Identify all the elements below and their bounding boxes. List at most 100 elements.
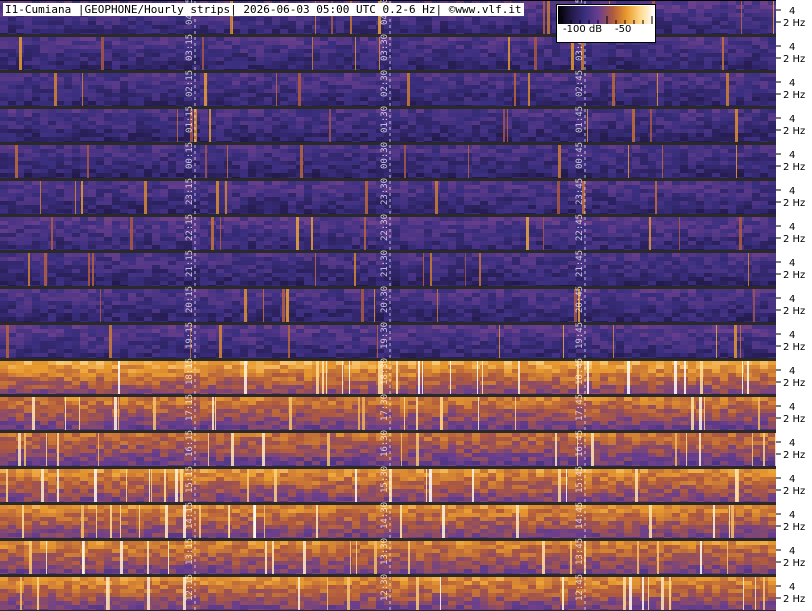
spectro-cell: [520, 149, 528, 153]
spectro-cell: [128, 165, 136, 169]
spectro-cell: [504, 157, 512, 161]
spectro-cell: [240, 197, 248, 201]
spectro-cell: [712, 73, 720, 77]
spectro-cell: [504, 25, 512, 29]
spectro-cell: [8, 193, 16, 197]
spectro-cell: [632, 93, 640, 97]
spectro-cell: [112, 133, 120, 137]
spectro-cell: [64, 73, 72, 77]
spectro-cell: [320, 165, 328, 169]
spectro-cell: [632, 149, 640, 153]
spectro-cell: [616, 45, 624, 49]
spectro-cell: [544, 37, 552, 41]
spectro-cell: [544, 125, 552, 129]
spectro-cell: [472, 17, 480, 21]
spectro-cell: [528, 13, 536, 17]
spectro-cell: [656, 5, 664, 9]
spectro-cell: [208, 85, 216, 89]
spectro-cell: [112, 165, 120, 169]
spectro-cell: [472, 137, 480, 141]
spectro-cell: [272, 65, 280, 69]
spectro-cell: [344, 45, 352, 49]
spectro-cell: [344, 101, 352, 105]
spectro-cell: [464, 109, 472, 113]
spectro-cell: [24, 145, 32, 149]
spectro-cell: [496, 157, 504, 161]
spectro-cell: [240, 185, 248, 189]
spectro-cell: [144, 109, 152, 113]
spectro-cell: [32, 209, 40, 213]
spectro-cell: [40, 25, 48, 29]
spectro-cell: [168, 161, 176, 165]
signal-burst: [101, 37, 104, 70]
spectro-cell: [640, 157, 648, 161]
spectro-cell: [328, 205, 336, 209]
spectro-cell: [328, 145, 336, 149]
spectro-cell: [728, 165, 736, 169]
spectro-cell: [120, 81, 128, 85]
spectro-cell: [640, 169, 648, 173]
spectro-cell: [736, 97, 744, 101]
spectro-cell: [728, 113, 736, 117]
spectro-cell: [488, 49, 496, 53]
spectro-cell: [416, 53, 424, 57]
spectro-cell: [216, 53, 224, 57]
spectro-cell: [56, 153, 64, 157]
spectro-cell: [536, 137, 544, 141]
spectro-cell: [160, 45, 168, 49]
spectro-cell: [128, 133, 136, 137]
spectro-cell: [616, 173, 624, 177]
spectro-cell: [368, 117, 376, 121]
spectro-cell: [0, 197, 8, 201]
spectro-cell: [328, 185, 336, 189]
spectro-cell: [744, 129, 752, 133]
spectro-cell: [664, 89, 672, 93]
spectro-cell: [760, 85, 768, 89]
spectro-cell: [64, 113, 72, 117]
spectro-cell: [424, 189, 432, 193]
spectro-cell: [704, 113, 712, 117]
spectro-cell: [256, 145, 264, 149]
spectro-cell: [752, 157, 760, 161]
spectro-cell: [48, 57, 56, 61]
spectro-cell: [520, 37, 528, 41]
spectro-cell: [512, 109, 520, 113]
spectro-cell: [232, 149, 240, 153]
spectro-cell: [496, 101, 504, 105]
spectro-cell: [344, 185, 352, 189]
signal-burst: [662, 145, 663, 178]
spectro-cell: [176, 189, 184, 193]
spectro-cell: [312, 189, 320, 193]
spectro-cell: [176, 17, 184, 21]
spectro-cell: [616, 161, 624, 165]
spectro-cell: [424, 61, 432, 65]
spectro-cell: [256, 149, 264, 153]
spectro-cell: [720, 137, 728, 141]
spectro-cell: [464, 101, 472, 105]
spectro-cell: [32, 205, 40, 209]
spectro-cell: [128, 17, 136, 21]
spectro-cell: [712, 1, 720, 5]
spectro-cell: [744, 9, 752, 13]
spectro-cell: [136, 201, 144, 205]
spectro-cell: [728, 61, 736, 65]
spectro-cell: [352, 101, 360, 105]
spectro-cell: [272, 145, 280, 149]
spectro-cell: [96, 149, 104, 153]
spectro-cell: [240, 85, 248, 89]
spectro-cell: [352, 157, 360, 161]
spectro-cell: [104, 121, 112, 125]
spectro-cell: [640, 81, 648, 85]
spectro-cell: [352, 161, 360, 165]
spectro-cell: [120, 153, 128, 157]
spectro-cell: [160, 65, 168, 69]
spectro-cell: [344, 73, 352, 77]
spectro-cell: [536, 169, 544, 173]
spectro-cell: [352, 189, 360, 193]
spectro-cell: [144, 145, 152, 149]
spectro-cell: [608, 133, 616, 137]
spectro-cell: [440, 113, 448, 117]
spectro-cell: [440, 125, 448, 129]
spectro-cell: [40, 37, 48, 41]
spectro-cell: [656, 9, 664, 13]
